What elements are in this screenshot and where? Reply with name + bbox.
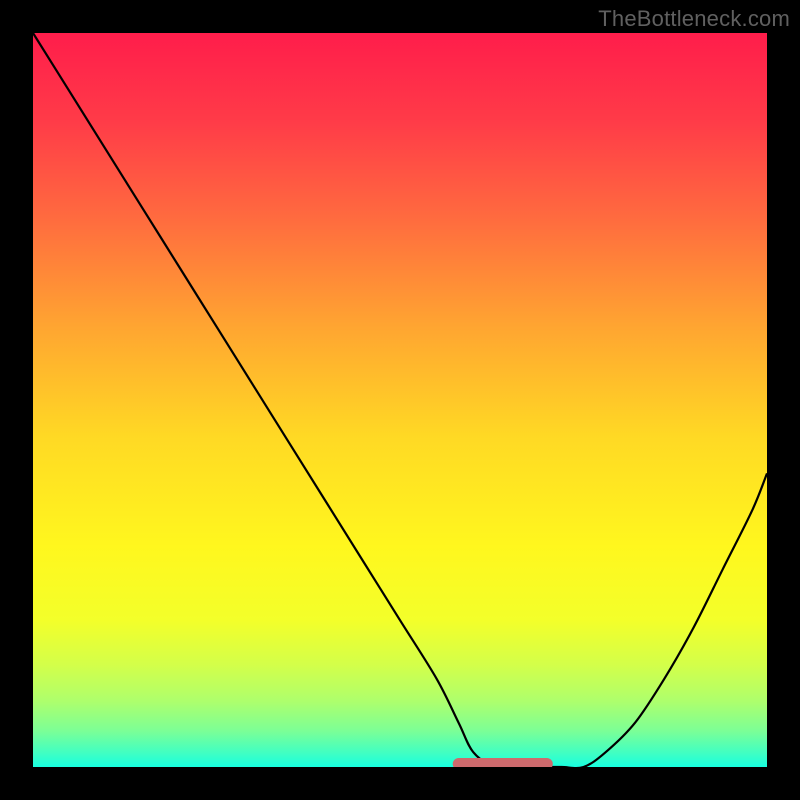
chart-frame: TheBottleneck.com (0, 0, 800, 800)
chart-plot-area (33, 33, 767, 767)
chart-svg (33, 33, 767, 767)
watermark-text: TheBottleneck.com (598, 6, 790, 32)
chart-background (33, 33, 767, 767)
